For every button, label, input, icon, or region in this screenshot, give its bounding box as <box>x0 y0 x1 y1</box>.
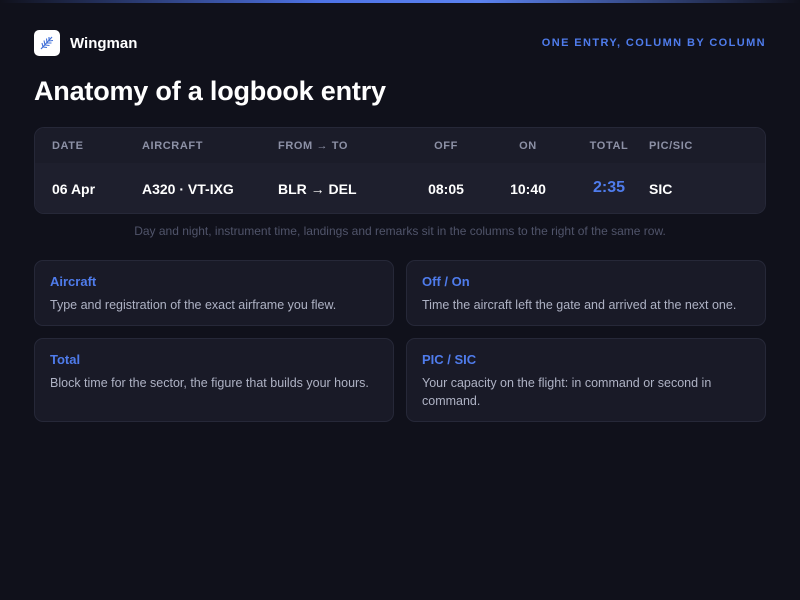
card-title: Off / On <box>422 274 470 289</box>
card-text: Your capacity on the flight: in command … <box>422 376 712 408</box>
card-title: Aircraft <box>50 274 97 289</box>
table-row[interactable]: 06 Apr A320 · VT-IXG BLR → DEL 08:05 10:… <box>35 163 765 213</box>
table-header: DATE AIRCRAFT FROM → TO OFF ON TOTAL PIC… <box>35 128 765 163</box>
app-name: Wingman <box>70 34 138 52</box>
cell-on: 10:40 <box>510 181 546 197</box>
card-title: Total <box>50 352 81 367</box>
header-date: DATE <box>52 140 84 152</box>
header-pic-sic: PIC/SIC <box>649 140 693 152</box>
card-off-on: Off / On Time the aircraft left the gate… <box>406 260 766 326</box>
header-route: FROM → TO <box>278 140 348 152</box>
header-off: OFF <box>434 140 458 152</box>
top-accent-bar <box>0 0 800 3</box>
card-title: PIC / SIC <box>422 352 477 367</box>
card-text: Time the aircraft left the gate and arri… <box>422 298 737 312</box>
feather-icon <box>34 30 60 56</box>
header-on: ON <box>519 140 537 152</box>
header-aircraft: AIRCRAFT <box>142 140 204 152</box>
cell-pic-sic: SIC <box>649 181 673 197</box>
card-pic-sic: PIC / SIC Your capacity on the flight: i… <box>406 338 766 422</box>
brand[interactable]: Wingman <box>34 30 137 56</box>
page-title: Anatomy of a logbook entry <box>34 76 386 106</box>
card-total: Total Block time for the sector, the fig… <box>34 338 394 422</box>
cell-off: 08:05 <box>428 181 464 197</box>
card-aircraft: Aircraft Type and registration of the ex… <box>34 260 394 326</box>
card-text: Block time for the sector, the figure th… <box>50 376 369 390</box>
tagline: ONE ENTRY, COLUMN BY COLUMN <box>541 37 766 49</box>
cell-route: BLR → DEL <box>278 181 357 197</box>
cell-date: 06 Apr <box>52 181 96 197</box>
cell-aircraft: A320 · VT-IXG <box>142 181 234 197</box>
table-note: Day and night, instrument time, landings… <box>134 224 666 238</box>
header: Wingman ONE ENTRY, COLUMN BY COLUMN <box>34 30 766 56</box>
cell-total: 2:35 <box>592 179 626 196</box>
page: Wingman ONE ENTRY, COLUMN BY COLUMN Anat… <box>0 0 800 600</box>
header-total: TOTAL <box>589 140 629 152</box>
logbook-entry-table: DATE AIRCRAFT FROM → TO OFF ON TOTAL PIC… <box>34 127 766 214</box>
card-text: Type and registration of the exact airfr… <box>50 298 337 312</box>
